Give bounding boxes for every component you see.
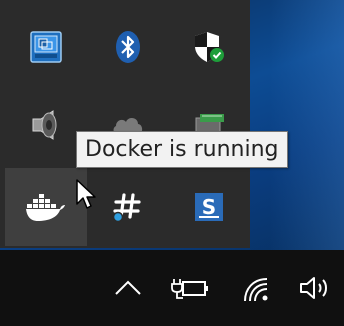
mouse-cursor-icon <box>76 179 96 209</box>
power-status-button[interactable] <box>170 268 212 308</box>
volume-icon <box>300 277 327 299</box>
tray-slot-defender[interactable] <box>168 12 250 82</box>
docker-tooltip: Docker is running <box>76 131 288 168</box>
intel-graphics-icon <box>30 31 62 63</box>
slack-icon <box>112 193 141 223</box>
network-button[interactable] <box>238 268 274 308</box>
bluetooth-icon <box>116 31 140 63</box>
windows-defender-icon <box>195 32 224 62</box>
notification-overflow-panel: S <box>0 0 250 248</box>
network-wifi-icon <box>244 278 268 302</box>
sonar-icon: S <box>195 193 223 221</box>
chevron-up-icon <box>115 280 141 295</box>
tray-slot-intel[interactable] <box>5 12 87 82</box>
tray-slot-sonar[interactable]: S <box>168 168 250 246</box>
tray-slot-slack[interactable] <box>87 168 169 246</box>
docker-icon <box>26 194 65 221</box>
speaker-device-icon <box>32 110 57 140</box>
tray-slot-speaker[interactable] <box>5 90 87 160</box>
svg-text:S: S <box>202 195 216 219</box>
show-hidden-icons-button[interactable] <box>110 268 146 308</box>
tray-slot-bluetooth[interactable] <box>87 12 169 82</box>
power-plugged-icon <box>171 279 208 299</box>
volume-button[interactable] <box>296 268 336 308</box>
